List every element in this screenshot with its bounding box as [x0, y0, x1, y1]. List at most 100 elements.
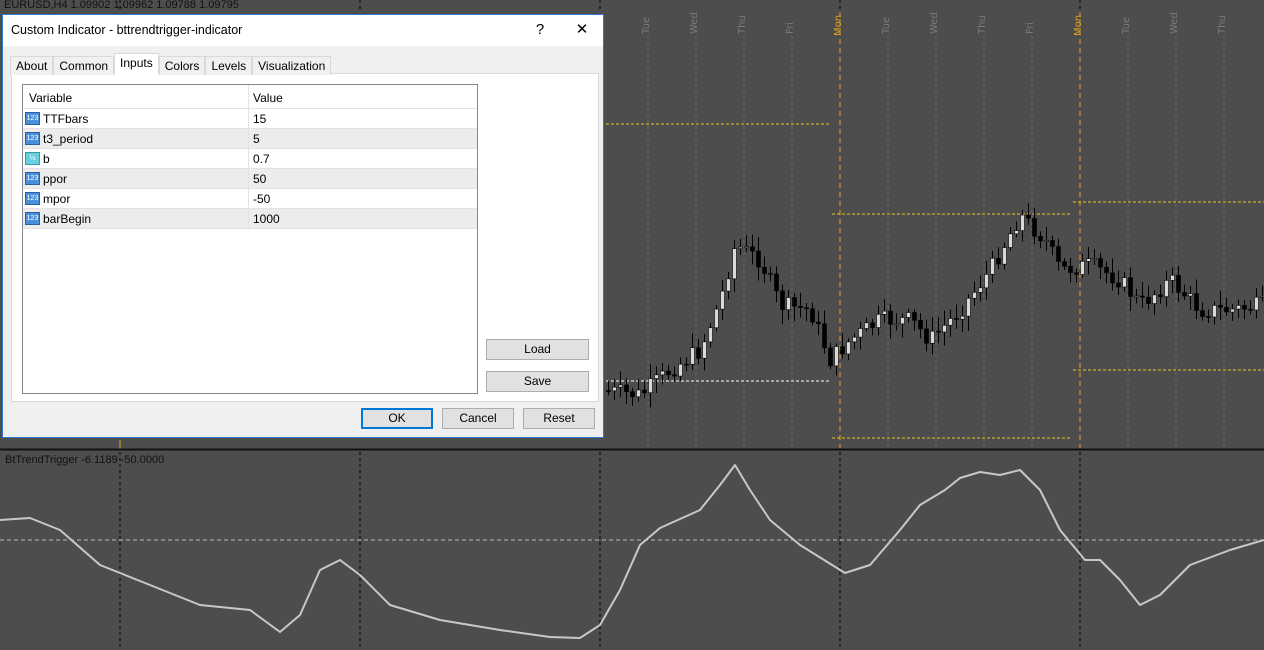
candle-body — [648, 378, 653, 394]
day-label: Wed — [1169, 12, 1180, 34]
table-row[interactable]: 123 ppor 50 — [23, 169, 477, 189]
candle-body — [786, 297, 791, 310]
candle-body — [624, 384, 629, 392]
candle-body — [1026, 214, 1031, 219]
candle-body — [1254, 296, 1259, 311]
candle-body — [690, 347, 695, 365]
reset-button[interactable]: Reset — [523, 408, 595, 429]
candle-body — [1062, 261, 1067, 267]
candle-body — [1218, 305, 1223, 308]
integer-icon: 123 — [25, 132, 40, 145]
ok-button[interactable]: OK — [361, 408, 433, 429]
variable-name: TTFbars — [43, 112, 89, 126]
candle-body — [738, 246, 743, 249]
variable-value[interactable]: 1000 — [253, 212, 280, 226]
custom-indicator-dialog: Custom Indicator - bttrendtrigger-indica… — [2, 14, 604, 438]
load-button[interactable]: Load — [486, 339, 589, 360]
candle-body — [930, 330, 935, 344]
candle-body — [870, 322, 875, 328]
candle-body — [642, 389, 647, 394]
candle-body — [828, 347, 833, 367]
candle-body — [954, 318, 959, 320]
indicator-label: BtTrendTrigger -6.1189 -50.0000 — [5, 454, 165, 466]
candle-body — [888, 310, 893, 325]
candle-body — [696, 347, 701, 359]
candle-body — [1092, 258, 1097, 260]
column-header-value[interactable]: Value — [253, 91, 283, 105]
candle-body — [936, 330, 941, 333]
tab-colors[interactable]: Colors — [158, 56, 206, 75]
variable-value[interactable]: 5 — [253, 132, 260, 146]
candle-body — [660, 370, 665, 376]
candle-body — [912, 312, 917, 321]
column-divider[interactable] — [248, 85, 249, 228]
variable-name: mpor — [43, 192, 71, 206]
candle-body — [1020, 214, 1025, 231]
inputs-panel: Variable Value 123 TTFbars 15 123 t3_period 5… — [11, 73, 599, 402]
tab-common[interactable]: Common — [53, 56, 115, 75]
tab-visualization[interactable]: Visualization — [252, 56, 332, 75]
integer-icon: 123 — [25, 192, 40, 205]
variable-name: barBegin — [43, 212, 92, 226]
candle-body — [672, 374, 677, 377]
table-row[interactable]: 123 mpor -50 — [23, 189, 477, 209]
candle-body — [900, 317, 905, 325]
variable-value[interactable]: 0.7 — [253, 152, 270, 166]
tab-levels[interactable]: Levels — [205, 56, 253, 75]
candle-body — [678, 363, 683, 377]
candle-body — [756, 250, 761, 268]
candle-body — [732, 248, 737, 280]
candle-body — [666, 370, 671, 376]
cancel-button[interactable]: Cancel — [442, 408, 514, 429]
integer-icon: 123 — [25, 212, 40, 225]
day-label: Fri — [1025, 22, 1036, 34]
candle-body — [774, 273, 779, 292]
candle-body — [1206, 316, 1211, 318]
candle-body — [840, 346, 845, 355]
candle-body — [1230, 308, 1235, 313]
candle-body — [894, 323, 899, 326]
save-button[interactable]: Save — [486, 371, 589, 392]
candle-body — [1248, 308, 1253, 311]
candle-body — [834, 346, 839, 367]
candle-body — [1038, 236, 1043, 242]
candle-body — [1182, 292, 1187, 297]
candle-body — [948, 318, 953, 326]
candle-body — [612, 386, 617, 392]
integer-icon: 123 — [25, 112, 40, 125]
tab-inputs[interactable]: Inputs — [114, 53, 159, 74]
candle-body — [768, 273, 773, 275]
candle-body — [654, 374, 659, 379]
candle-body — [984, 274, 989, 289]
table-row[interactable]: 123 t3_period 5 — [23, 129, 477, 149]
candle-body — [1110, 272, 1115, 284]
candle-body — [1098, 258, 1103, 268]
help-button[interactable]: ? — [525, 18, 555, 42]
candle-body — [972, 292, 977, 299]
variable-value[interactable]: -50 — [253, 192, 270, 206]
column-header-variable[interactable]: Variable — [29, 91, 72, 105]
variable-name: b — [43, 152, 50, 166]
variable-value[interactable]: 15 — [253, 112, 266, 126]
day-label: Tue — [641, 16, 652, 34]
candle-body — [858, 328, 863, 338]
candle-body — [1194, 293, 1199, 311]
candle-body — [1128, 277, 1133, 297]
variable-value[interactable]: 50 — [253, 172, 266, 186]
candle-body — [618, 384, 623, 388]
table-row[interactable]: 123 barBegin 1000 — [23, 209, 477, 229]
day-label: Thu — [977, 15, 988, 34]
day-label: Mon — [833, 14, 844, 36]
variable-name: t3_period — [43, 132, 94, 146]
tab-about[interactable]: About — [10, 56, 54, 75]
candle-body — [606, 390, 611, 392]
candle-body — [960, 315, 965, 320]
candle-body — [1212, 305, 1217, 318]
candle-body — [1014, 230, 1019, 235]
inputs-table: Variable Value 123 TTFbars 15 123 t3_period 5… — [22, 84, 478, 394]
candle-body — [864, 322, 869, 329]
table-row[interactable]: 123 TTFbars 15 — [23, 109, 477, 129]
close-button[interactable]: ✕ — [567, 18, 597, 42]
table-row[interactable]: ½ b 0.7 — [23, 149, 477, 169]
candle-body — [882, 310, 887, 315]
